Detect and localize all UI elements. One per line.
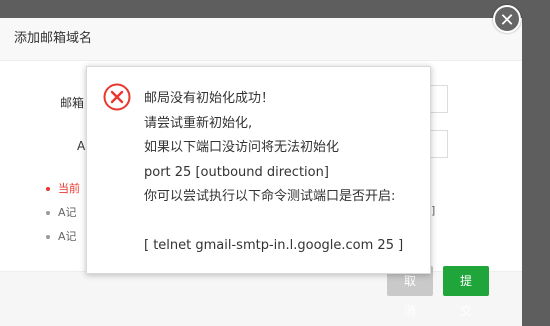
alert-line: port 25 [outbound direction] xyxy=(144,164,329,180)
dialog-title: 添加邮箱域名 xyxy=(0,18,522,61)
submit-button[interactable]: 提交 xyxy=(443,266,489,318)
hint-tail-bracket: ] xyxy=(431,204,436,217)
hint-item-a-record-2: A记 xyxy=(46,228,77,244)
field-label-mailbox: 邮箱 xyxy=(60,96,85,110)
a-record-input[interactable] xyxy=(428,130,448,158)
error-alert: 邮局没有初始化成功！ 请尝试重新初始化, 如果以下端口没访问将无法初始化 por… xyxy=(86,66,431,274)
close-dialog-button[interactable]: ✕ xyxy=(493,5,521,33)
alert-message: 邮局没有初始化成功！ 请尝试重新初始化, 如果以下端口没访问将无法初始化 por… xyxy=(144,87,403,259)
mailbox-domain-input[interactable] xyxy=(428,85,448,113)
alert-line xyxy=(144,210,403,235)
alert-line: 如果以下端口没访问将无法初始化 xyxy=(144,140,340,155)
hint-item-a-record-1: A记 xyxy=(46,204,77,220)
error-circle-icon xyxy=(103,83,131,111)
close-icon: ✕ xyxy=(499,10,515,31)
alert-line: 邮局没有初始化成功！ xyxy=(144,91,275,106)
alert-line: [ telnet gmail-smtp-in.l.google.com 25 ] xyxy=(144,238,404,253)
hint-item-current: 当前 xyxy=(46,180,80,196)
alert-line: 请尝试重新初始化, xyxy=(144,115,253,131)
alert-line: 你可以尝试执行以下命令测试端口是否开启: xyxy=(144,189,396,204)
field-label-a-record: A xyxy=(77,139,86,153)
